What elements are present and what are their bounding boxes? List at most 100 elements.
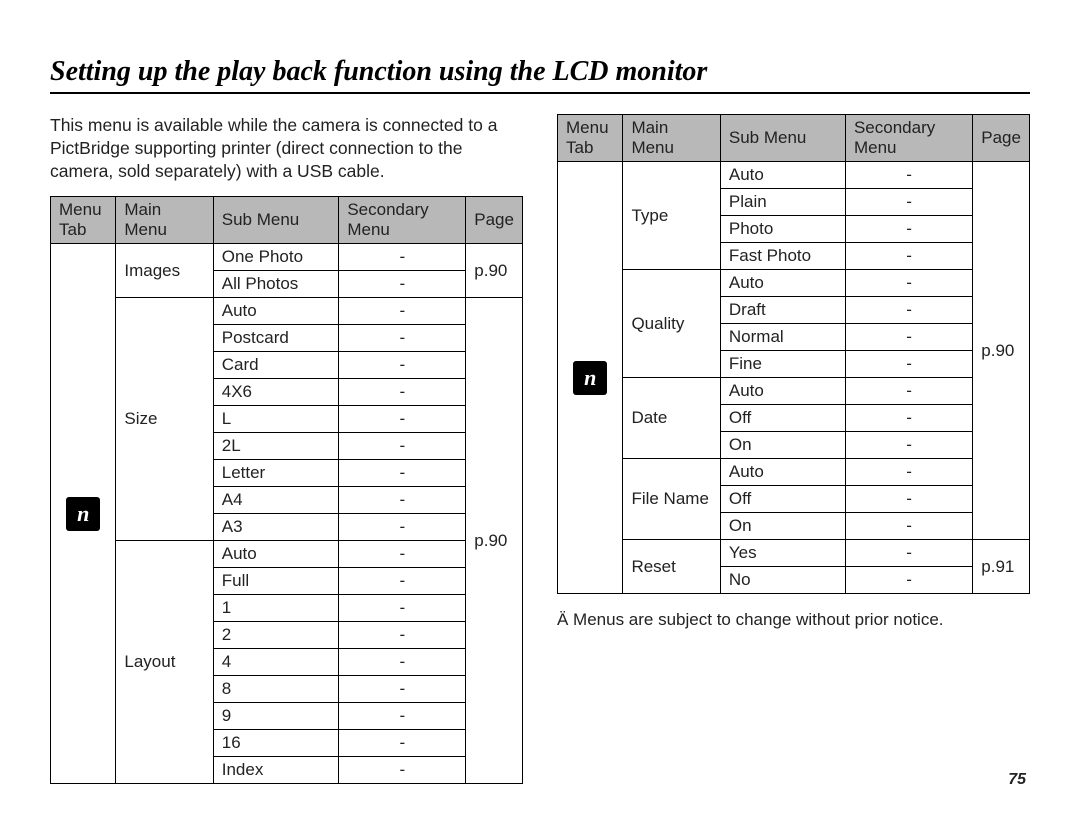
menu-table-2: Menu Tab Main Menu Sub Menu Secondary Me… bbox=[557, 114, 1030, 594]
th-sub: Sub Menu bbox=[720, 115, 845, 162]
sec: - bbox=[845, 567, 972, 594]
sub: Index bbox=[213, 757, 339, 784]
sub: Plain bbox=[720, 189, 845, 216]
sub: A4 bbox=[213, 487, 339, 514]
th-tab: Menu Tab bbox=[558, 115, 623, 162]
sub: Full bbox=[213, 568, 339, 595]
sec: - bbox=[845, 486, 972, 513]
sub: Letter bbox=[213, 460, 339, 487]
sec: - bbox=[339, 325, 466, 352]
sub: Auto bbox=[720, 270, 845, 297]
sub: All Photos bbox=[213, 271, 339, 298]
main-date: Date bbox=[623, 378, 720, 459]
sec: - bbox=[339, 703, 466, 730]
sub: 1 bbox=[213, 595, 339, 622]
sec: - bbox=[339, 514, 466, 541]
sub: On bbox=[720, 432, 845, 459]
sub: 16 bbox=[213, 730, 339, 757]
sub: Normal bbox=[720, 324, 845, 351]
sec: - bbox=[339, 244, 466, 271]
sub: Postcard bbox=[213, 325, 339, 352]
page: p.91 bbox=[973, 540, 1030, 594]
sub: A3 bbox=[213, 514, 339, 541]
sec: - bbox=[339, 433, 466, 460]
main-quality: Quality bbox=[623, 270, 720, 378]
th-tab: Menu Tab bbox=[51, 197, 116, 244]
sec: - bbox=[339, 379, 466, 406]
sec: - bbox=[339, 487, 466, 514]
sub: 9 bbox=[213, 703, 339, 730]
sec: - bbox=[339, 757, 466, 784]
sec: - bbox=[339, 622, 466, 649]
sec: - bbox=[845, 297, 972, 324]
sub: No bbox=[720, 567, 845, 594]
sub: Auto bbox=[720, 378, 845, 405]
sub: Fine bbox=[720, 351, 845, 378]
heading-rule bbox=[50, 92, 1030, 94]
main-filename: File Name bbox=[623, 459, 720, 540]
th-sub: Sub Menu bbox=[213, 197, 339, 244]
sec: - bbox=[845, 351, 972, 378]
sec: - bbox=[339, 541, 466, 568]
sec: - bbox=[845, 189, 972, 216]
sub: Yes bbox=[720, 540, 845, 567]
sub: Photo bbox=[720, 216, 845, 243]
sec: - bbox=[339, 568, 466, 595]
sec: - bbox=[339, 676, 466, 703]
pictbridge-icon: n bbox=[573, 361, 607, 395]
main-images: Images bbox=[116, 244, 213, 298]
sub: Auto bbox=[213, 298, 339, 325]
th-page: Page bbox=[466, 197, 523, 244]
th-main: Main Menu bbox=[116, 197, 213, 244]
sub: Draft bbox=[720, 297, 845, 324]
th-sec: Secondary Menu bbox=[339, 197, 466, 244]
sec: - bbox=[339, 595, 466, 622]
main-layout: Layout bbox=[116, 541, 213, 784]
sub: Auto bbox=[720, 162, 845, 189]
th-sec: Secondary Menu bbox=[845, 115, 972, 162]
pictbridge-icon: n bbox=[66, 497, 100, 531]
sub: On bbox=[720, 513, 845, 540]
sec: - bbox=[845, 270, 972, 297]
sec: - bbox=[339, 271, 466, 298]
sub: Fast Photo bbox=[720, 243, 845, 270]
menu-tab-cell: n bbox=[51, 244, 116, 784]
right-column: Menu Tab Main Menu Sub Menu Secondary Me… bbox=[557, 114, 1030, 630]
sec: - bbox=[845, 540, 972, 567]
sec: - bbox=[845, 459, 972, 486]
page: p.90 bbox=[466, 244, 523, 298]
sec: - bbox=[845, 513, 972, 540]
page: p.90 bbox=[973, 162, 1030, 540]
sub: 4X6 bbox=[213, 379, 339, 406]
page-number: 75 bbox=[1008, 771, 1026, 789]
sub: Off bbox=[720, 486, 845, 513]
sec: - bbox=[339, 352, 466, 379]
sub: 4 bbox=[213, 649, 339, 676]
sub: Off bbox=[720, 405, 845, 432]
th-main: Main Menu bbox=[623, 115, 720, 162]
sec: - bbox=[845, 324, 972, 351]
sec: - bbox=[845, 216, 972, 243]
page: p.90 bbox=[466, 298, 523, 784]
footnote: Ä Menus are subject to change without pr… bbox=[557, 610, 1030, 630]
sec: - bbox=[845, 162, 972, 189]
sub: L bbox=[213, 406, 339, 433]
sec: - bbox=[845, 405, 972, 432]
sec: - bbox=[339, 460, 466, 487]
page-heading: Setting up the play back function using … bbox=[50, 56, 1030, 88]
sec: - bbox=[845, 378, 972, 405]
sec: - bbox=[339, 730, 466, 757]
sub: 2 bbox=[213, 622, 339, 649]
sec: - bbox=[339, 649, 466, 676]
sec: - bbox=[339, 406, 466, 433]
sub: 8 bbox=[213, 676, 339, 703]
sub: One Photo bbox=[213, 244, 339, 271]
main-size: Size bbox=[116, 298, 213, 541]
intro-text: This menu is available while the camera … bbox=[50, 114, 523, 182]
sub: Auto bbox=[213, 541, 339, 568]
th-page: Page bbox=[973, 115, 1030, 162]
sec: - bbox=[845, 432, 972, 459]
sub: 2L bbox=[213, 433, 339, 460]
sub: Card bbox=[213, 352, 339, 379]
menu-table-1: Menu Tab Main Menu Sub Menu Secondary Me… bbox=[50, 196, 523, 784]
